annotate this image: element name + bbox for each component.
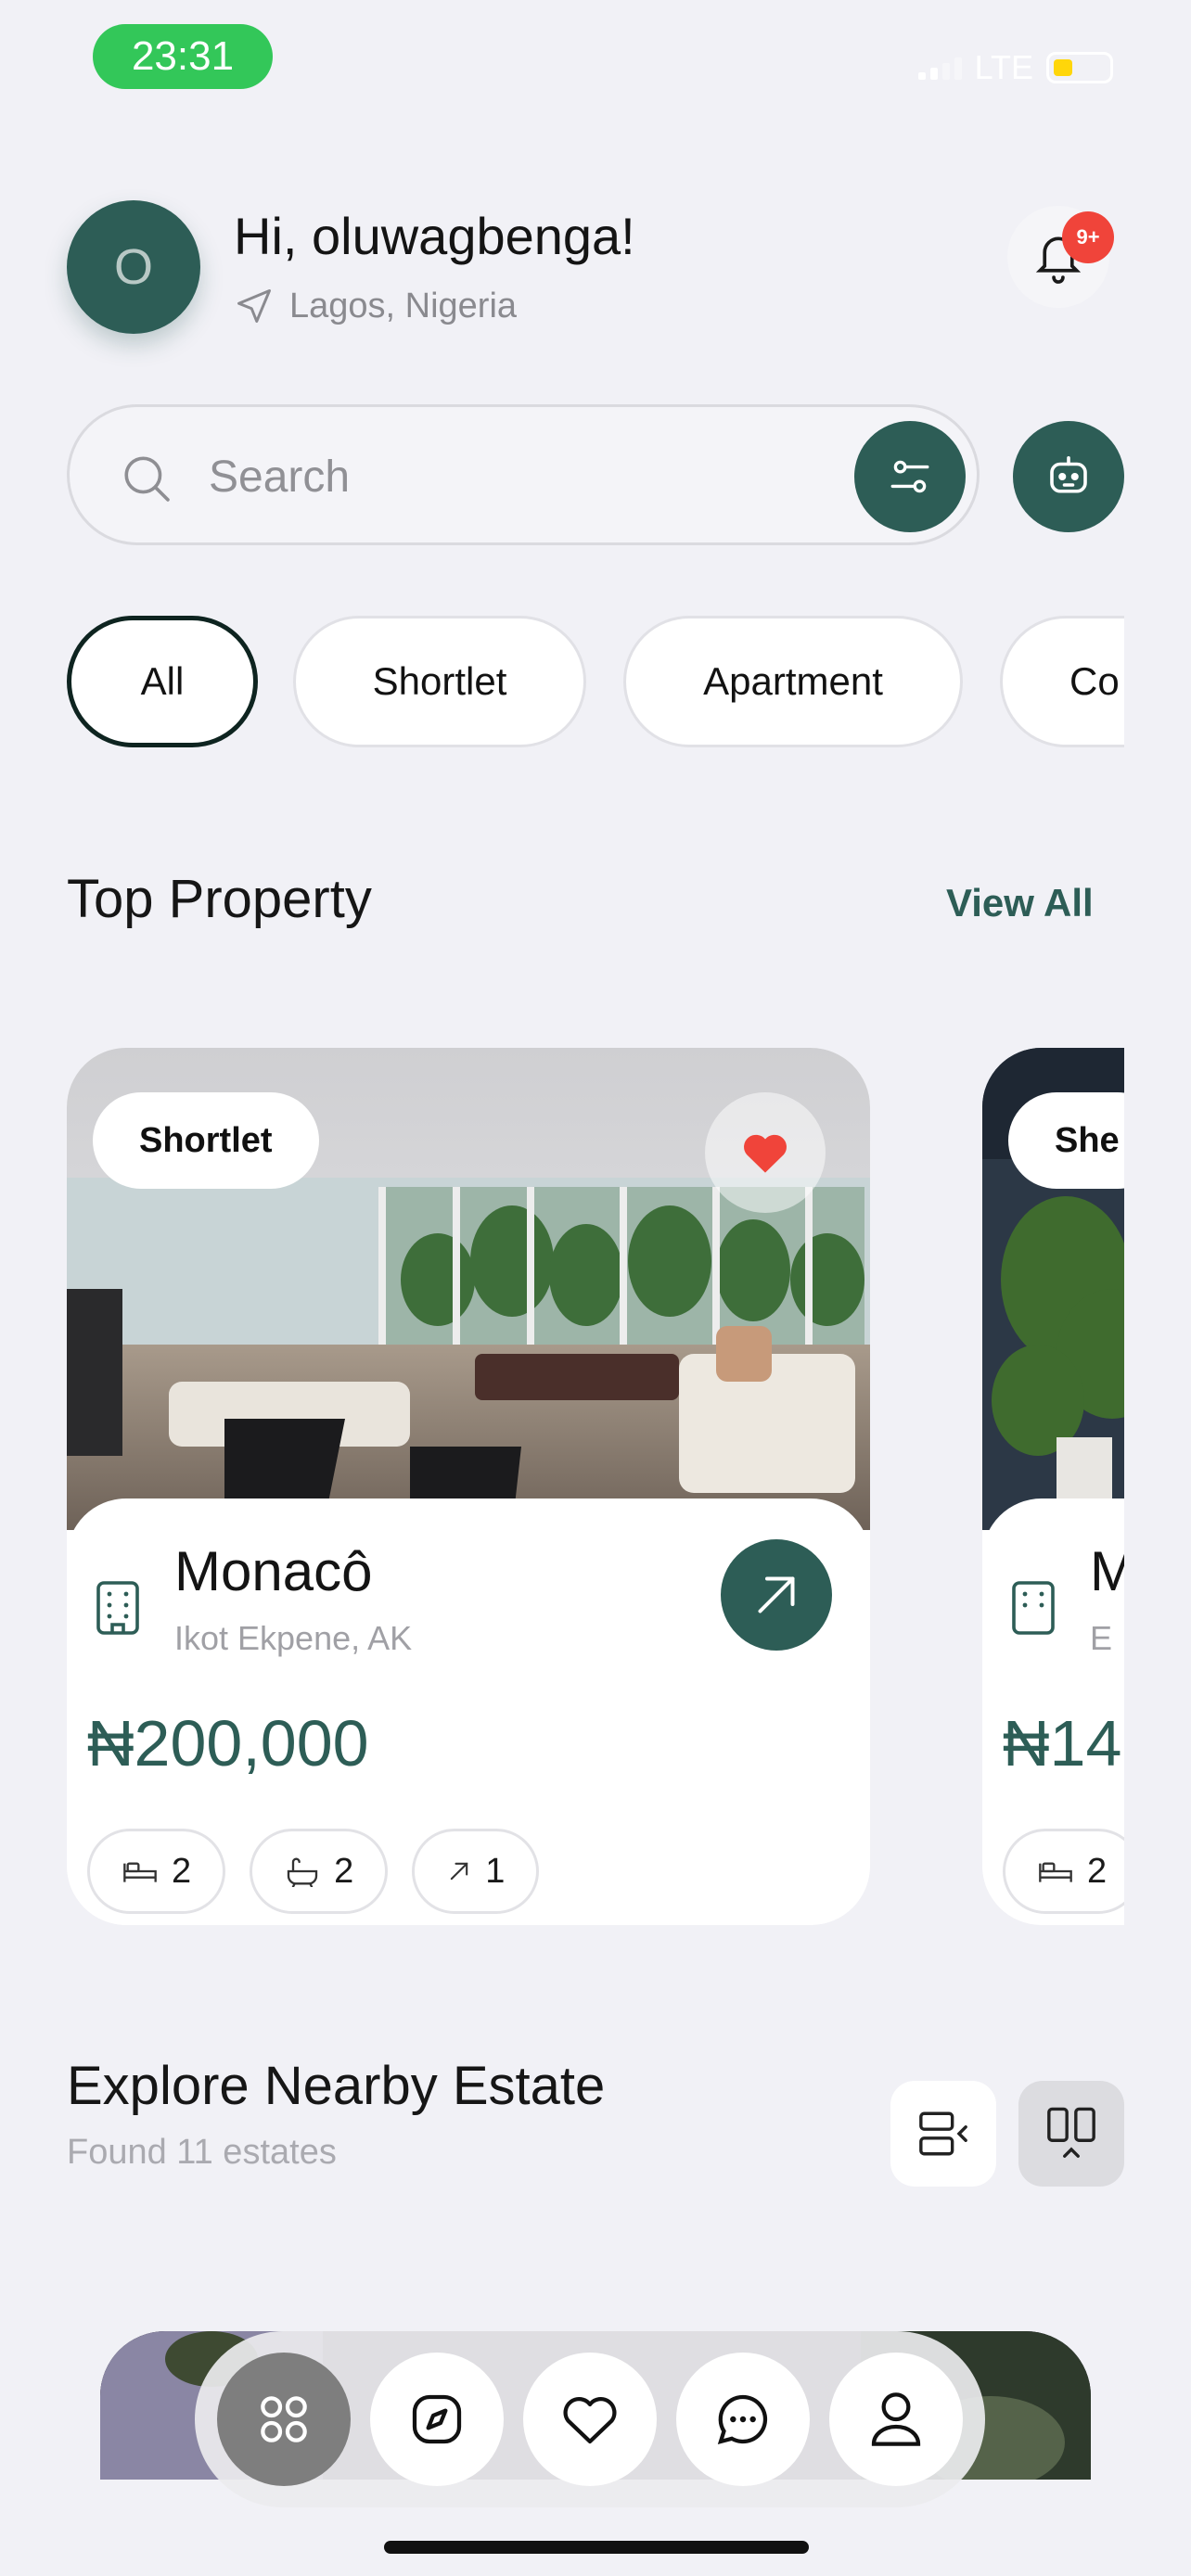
property-type-tag: Shortlet	[93, 1092, 319, 1189]
property-card[interactable]: She M E ₦14 2	[982, 1048, 1124, 1925]
sliders-icon	[890, 460, 929, 493]
building-icon	[1012, 1581, 1055, 1635]
beds-spec: 2	[87, 1829, 226, 1914]
chip-apartment[interactable]: Apartment	[623, 616, 963, 747]
property-card[interactable]: Shortlet Monacô Ikot Ekpene, AK ₦200,000…	[67, 1048, 870, 1925]
filter-button[interactable]	[854, 421, 966, 532]
search-icon	[124, 456, 170, 502]
location-label: Lagos, Nigeria	[289, 286, 518, 325]
notification-badge: 9+	[1062, 211, 1114, 263]
property-info: Monacô Ikot Ekpene, AK ₦200,000 2 2 1	[67, 1498, 870, 1925]
status-time: 23:31	[93, 24, 273, 89]
battery-icon	[1046, 52, 1113, 83]
favorite-button[interactable]	[705, 1092, 826, 1213]
section-title-nearby: Explore Nearby Estate	[67, 2056, 606, 2116]
property-price: ₦14	[1003, 1707, 1122, 1779]
search-bar	[67, 404, 980, 545]
property-address: Ikot Ekpene, AK	[174, 1619, 413, 1657]
view-all-link[interactable]: View All	[946, 881, 1094, 925]
beds-count: 2	[172, 1851, 192, 1891]
property-price: ₦200,000	[87, 1707, 369, 1779]
property-name: M	[1090, 1540, 1124, 1602]
list-view-icon	[919, 2111, 967, 2156]
property-type-tag: She	[1008, 1092, 1124, 1189]
beds-count: 2	[1087, 1851, 1108, 1891]
property-address: E	[1090, 1619, 1113, 1657]
baths-spec: 2	[250, 1829, 389, 1914]
nav-profile[interactable]	[829, 2353, 963, 2486]
assistant-bot-button[interactable]	[1013, 421, 1124, 532]
estates-count: Found 11 estates	[67, 2133, 337, 2172]
network-label: LTE	[974, 48, 1033, 86]
chip-shortlet[interactable]: Shortlet	[293, 616, 586, 747]
compass-icon	[412, 2394, 462, 2444]
grid-view-toggle[interactable]	[1018, 2081, 1124, 2187]
grid-view-icon	[1047, 2107, 1095, 2158]
beds-spec: 2	[1003, 1829, 1124, 1914]
baths-count: 2	[334, 1851, 354, 1891]
nav-explore[interactable]	[370, 2353, 504, 2486]
property-carousel: Shortlet Monacô Ikot Ekpene, AK ₦200,000…	[67, 1048, 1124, 1957]
open-property-button[interactable]	[721, 1539, 832, 1651]
navigation-arrow-icon	[237, 289, 271, 323]
home-indicator	[384, 2541, 809, 2554]
nav-home[interactable]	[217, 2353, 351, 2486]
signal-icon	[917, 56, 962, 80]
avatar[interactable]: O	[67, 200, 200, 334]
list-view-toggle[interactable]	[890, 2081, 996, 2187]
profile-icon	[871, 2392, 921, 2446]
property-name: Monacô	[174, 1540, 373, 1602]
size-spec: 1	[412, 1829, 540, 1914]
arrow-up-right-icon	[758, 1576, 795, 1613]
status-indicators: LTE	[917, 48, 1113, 87]
greeting: Hi, oluwagbenga!	[234, 207, 635, 265]
location: Lagos, Nigeria	[234, 286, 517, 326]
nav-messages[interactable]	[676, 2353, 810, 2486]
category-chips: All Shortlet Apartment Co	[67, 616, 1124, 749]
chip-all[interactable]: All	[67, 616, 258, 747]
heart-filled-icon	[744, 1134, 787, 1173]
chip-partial[interactable]: Co	[1000, 616, 1124, 747]
property-specs: 2	[1003, 1829, 1124, 1914]
property-specs: 2 2 1	[87, 1829, 540, 1914]
nav-favorites[interactable]	[523, 2353, 657, 2486]
robot-icon	[1050, 455, 1087, 493]
search-input[interactable]	[209, 444, 765, 509]
bed-icon	[123, 1862, 157, 1882]
bathtub-icon	[287, 1857, 318, 1887]
size-value: 1	[485, 1851, 506, 1891]
section-title-top-property: Top Property	[67, 869, 372, 929]
heart-icon	[563, 2397, 617, 2444]
chat-icon	[717, 2394, 768, 2445]
grid-icon	[261, 2396, 307, 2442]
bottom-nav	[195, 2331, 985, 2507]
property-info: M E ₦14 2	[982, 1498, 1124, 1925]
bed-icon	[1039, 1862, 1072, 1882]
building-icon	[96, 1581, 139, 1635]
expand-arrow-icon	[451, 1862, 468, 1881]
